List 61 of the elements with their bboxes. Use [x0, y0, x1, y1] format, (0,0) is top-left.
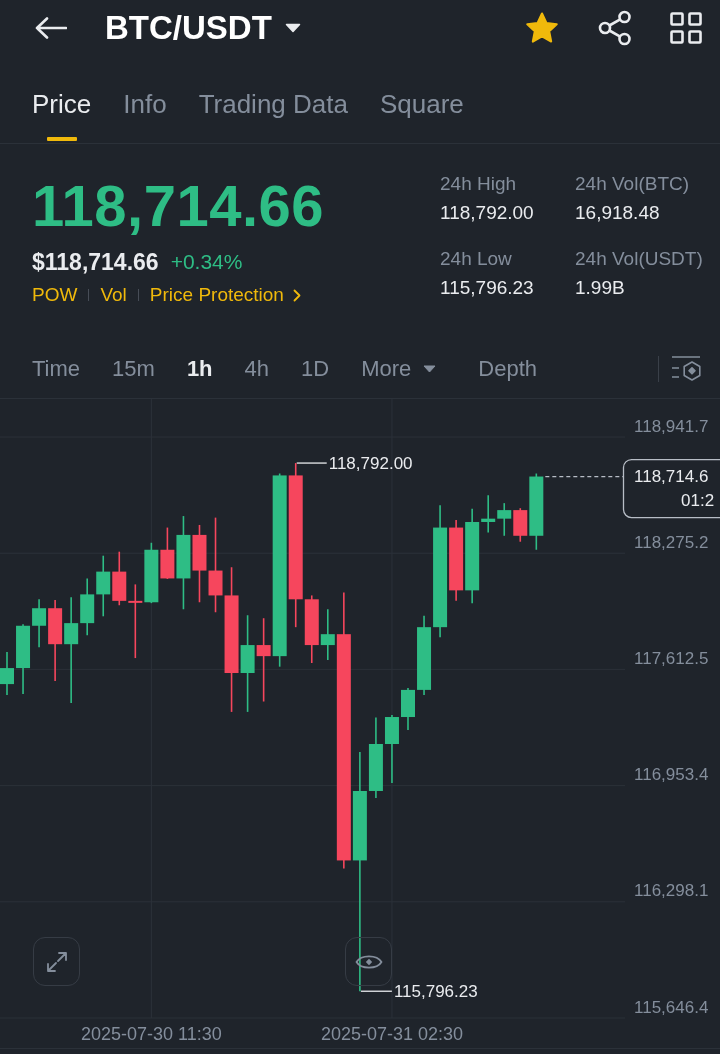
countdown-timer: 01:2	[681, 491, 715, 511]
last-price-value: 118,714.6	[634, 467, 709, 487]
tab[interactable]: Info	[123, 89, 167, 143]
price-axis-label: 116,298.1	[634, 881, 709, 901]
stat-label: 24h Vol(BTC)	[575, 172, 691, 196]
caret-down-icon	[423, 365, 437, 373]
rising-candle	[0, 651, 14, 696]
high-price-label: 118,792.00	[328, 453, 413, 473]
falling-candle	[160, 526, 175, 580]
expand-icon	[44, 949, 69, 974]
interval-tab[interactable]: Time	[32, 354, 81, 384]
view-tab[interactable]: Depth	[478, 354, 537, 384]
interval-tab[interactable]: 1D	[301, 354, 330, 384]
price-axis-label: 118,941.7	[634, 416, 709, 436]
chevron-right-icon	[292, 288, 301, 302]
rising-candle	[96, 554, 111, 618]
fullscreen-button[interactable]	[33, 937, 80, 986]
time-axis-label: 2025-07-30 11:30	[80, 1024, 222, 1044]
rising-candle	[401, 687, 415, 731]
tag-label[interactable]: Vol	[100, 282, 127, 308]
stat-label: 24h High	[440, 172, 518, 196]
tab[interactable]: Trading Data	[198, 89, 348, 143]
grid-icon[interactable]	[670, 12, 702, 44]
rising-candle	[320, 608, 335, 661]
leader-line	[360, 990, 393, 992]
share-icon[interactable]	[598, 10, 632, 46]
fiat-price: $118,714.66	[32, 248, 159, 277]
falling-candle	[112, 550, 127, 607]
tag-label[interactable]: POW	[32, 282, 78, 308]
price-axis-label: 117,612.5	[634, 648, 709, 668]
stat-value: 1.99B	[575, 276, 626, 300]
last-price: 118,714.66	[32, 174, 326, 238]
pair-selector[interactable]: BTC/USDT	[105, 8, 301, 48]
stat-label: 24h Low	[440, 247, 513, 271]
interval-tab[interactable]: 4h	[244, 354, 270, 384]
chart-settings-icon[interactable]	[671, 355, 703, 383]
interval-tab[interactable]: 1h	[186, 354, 213, 384]
price-axis-label: 118,275.2	[634, 532, 709, 552]
stat-label: 24h Vol(USDT)	[575, 247, 704, 271]
interval-tab[interactable]: 15m	[112, 354, 155, 384]
rising-candle	[384, 714, 399, 784]
back-arrow-icon[interactable]	[35, 17, 67, 39]
time-axis-label: 2025-07-31 02:30	[320, 1024, 463, 1044]
price-axis-label: 116,953.4	[634, 765, 709, 785]
info-link[interactable]: Price Protection	[149, 282, 301, 308]
stat-value: 16,918.48	[575, 201, 661, 225]
stat-value: 118,792.00	[440, 201, 535, 225]
price-axis-label: 115,646.4	[634, 997, 709, 1017]
falling-candle	[513, 507, 528, 543]
caret-down-icon	[284, 23, 301, 33]
low-price-label: 115,796.23	[393, 981, 478, 1001]
stat-value: 115,796.23	[440, 276, 535, 300]
more-dropdown[interactable]: More	[361, 354, 437, 384]
leader-line	[296, 462, 328, 464]
visibility-button[interactable]	[345, 937, 392, 986]
rising-candle	[497, 502, 512, 537]
tab[interactable]: Square	[379, 89, 464, 143]
price-change: +0.34%	[170, 249, 243, 275]
star-icon[interactable]	[524, 10, 560, 46]
tab[interactable]: Price	[32, 89, 92, 143]
rising-candle	[144, 541, 159, 604]
